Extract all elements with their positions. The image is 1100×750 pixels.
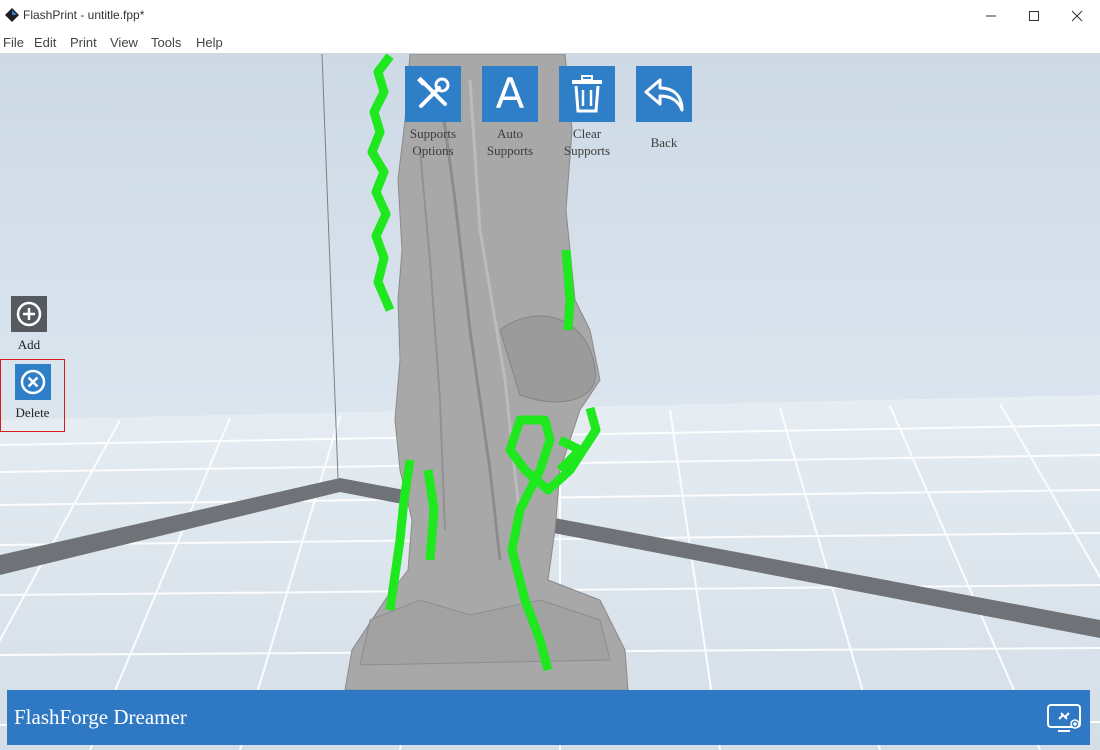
minimize-button[interactable]	[968, 0, 1014, 31]
connect-icon	[1047, 704, 1081, 732]
delete-tile[interactable]	[14, 364, 51, 400]
clear-supports-button[interactable]: Clear Supports	[547, 66, 627, 159]
add-tile[interactable]	[11, 296, 47, 332]
back-arrow-icon	[644, 78, 684, 112]
plus-circle-icon	[16, 301, 42, 327]
add-label: Add	[17, 337, 41, 352]
minimize-icon	[986, 15, 996, 16]
supports-options-button[interactable]: Supports Options	[393, 66, 473, 159]
supports-options-tile[interactable]	[405, 66, 461, 122]
printer-name: FlashForge Dreamer	[14, 705, 187, 729]
3d-viewport[interactable]: Supports Options A Auto Supports Clear S…	[0, 54, 1100, 750]
maximize-icon	[1029, 10, 1039, 21]
menu-print[interactable]: Print	[70, 35, 97, 50]
supports-options-label: Supports Options	[409, 126, 457, 158]
flashprint-logo-icon	[5, 8, 19, 22]
menu-bar: File Edit Print View Tools Help	[0, 31, 1100, 54]
title-bar: FlashPrint - untitle.fpp*	[0, 0, 1100, 31]
back-label: Back	[650, 135, 678, 150]
menu-edit[interactable]: Edit	[34, 35, 56, 50]
clear-supports-label: Clear Supports	[563, 126, 611, 158]
close-button[interactable]	[1054, 0, 1100, 31]
tools-icon	[417, 76, 450, 108]
maximize-button[interactable]	[1011, 0, 1057, 31]
auto-supports-button[interactable]: A Auto Supports	[470, 66, 550, 159]
auto-supports-tile[interactable]: A	[482, 66, 538, 122]
delete-support-button[interactable]: Delete	[0, 359, 65, 432]
status-bar: FlashForge Dreamer	[7, 690, 1090, 745]
add-support-button[interactable]: Add	[0, 296, 62, 353]
menu-help[interactable]: Help	[196, 35, 223, 50]
back-button[interactable]: Back	[624, 66, 704, 151]
clear-supports-tile[interactable]	[559, 66, 615, 122]
x-circle-icon	[20, 369, 45, 395]
auto-supports-label: Auto Supports	[486, 126, 534, 158]
delete-label: Delete	[15, 405, 50, 420]
menu-tools[interactable]: Tools	[151, 35, 181, 50]
menu-file[interactable]: File	[3, 35, 24, 50]
back-tile[interactable]	[636, 66, 692, 122]
menu-view[interactable]: View	[110, 35, 138, 50]
letter-a-icon: A	[495, 69, 525, 118]
close-icon	[1071, 10, 1083, 21]
trash-icon	[572, 75, 602, 113]
connect-printer-button[interactable]	[1046, 703, 1082, 733]
window-title: FlashPrint - untitle.fpp*	[23, 8, 145, 22]
